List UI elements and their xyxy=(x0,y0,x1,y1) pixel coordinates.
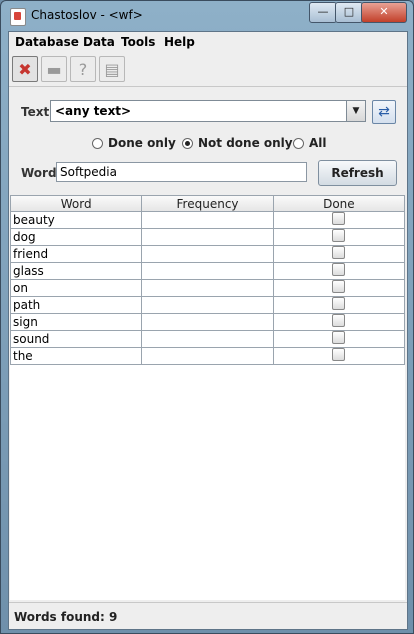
word-cell: sound xyxy=(9,330,143,348)
app-icon xyxy=(10,8,26,26)
done-checkbox[interactable] xyxy=(332,229,346,242)
done-cell xyxy=(272,279,406,297)
done-cell xyxy=(272,347,406,365)
frequency-cell xyxy=(141,262,274,280)
radio-label: Not done only xyxy=(198,136,293,150)
done-cell xyxy=(272,330,406,348)
swap-icon[interactable]: ⇄ xyxy=(372,100,396,124)
table-row[interactable]: sound xyxy=(9,330,406,348)
menu-tools[interactable]: Tools xyxy=(121,35,155,49)
chevron-down-icon[interactable]: ▼ xyxy=(346,101,365,121)
connect-icon[interactable]: ✖ xyxy=(12,56,38,82)
radio-dot xyxy=(182,138,193,149)
frequency-cell xyxy=(141,347,274,365)
help-icon[interactable]: ? xyxy=(70,56,96,82)
word-cell: friend xyxy=(9,245,143,263)
menu-database[interactable]: Database xyxy=(15,35,79,49)
menu-data[interactable]: Data xyxy=(83,35,115,49)
frequency-cell xyxy=(141,279,274,297)
menu-bar: Database Data Tools Help xyxy=(9,32,407,54)
text-label: Text xyxy=(21,105,50,119)
table-row[interactable]: sign xyxy=(9,313,406,331)
radio-label: All xyxy=(309,136,327,150)
table-row[interactable]: friend xyxy=(9,245,406,263)
table-row[interactable]: beauty xyxy=(9,211,406,229)
done-cell xyxy=(272,262,406,280)
table-row[interactable]: glass xyxy=(9,262,406,280)
done-checkbox[interactable] xyxy=(332,280,346,293)
toolbar: ✖ ▬ ? ▤ xyxy=(9,54,407,87)
open-folder-icon[interactable]: ▬ xyxy=(41,56,67,82)
window-title: Chastoslov - <wf> xyxy=(31,8,143,22)
frequency-cell xyxy=(141,313,274,331)
radio-dot xyxy=(293,138,304,149)
done-cell xyxy=(272,228,406,246)
done-cell xyxy=(272,245,406,263)
frequency-cell xyxy=(141,228,274,246)
word-table: Word Frequency Done beauty dog friend gl… xyxy=(9,196,406,365)
radio-done-only[interactable]: Done only xyxy=(92,136,176,150)
word-cell: path xyxy=(9,296,143,314)
radio-all[interactable]: All xyxy=(293,136,327,150)
words-found-status: Words found: 9 xyxy=(14,610,118,624)
minimize-button[interactable]: — xyxy=(309,2,337,23)
done-cell xyxy=(272,211,406,229)
table-row[interactable]: path xyxy=(9,296,406,314)
done-checkbox[interactable] xyxy=(332,314,346,327)
radio-not-done-only[interactable]: Not done only xyxy=(182,136,293,150)
word-table-area[interactable]: Word Frequency Done beauty dog friend gl… xyxy=(9,195,406,600)
book-icon[interactable]: ▤ xyxy=(99,56,125,82)
maximize-button[interactable]: □ xyxy=(335,2,363,23)
column-header-frequency[interactable]: Frequency xyxy=(141,196,274,212)
word-label: Word xyxy=(21,166,57,180)
title-bar[interactable]: Chastoslov - <wf> — □ ✕ xyxy=(1,1,413,31)
refresh-button[interactable]: Refresh xyxy=(318,160,397,186)
frequency-cell xyxy=(141,211,274,229)
text-combo[interactable]: <any text> ▼ xyxy=(50,100,366,122)
done-cell xyxy=(272,296,406,314)
client-area: Database Data Tools Help ✖ ▬ ? ▤ Text <a… xyxy=(8,31,408,630)
word-cell: beauty xyxy=(9,211,143,229)
done-checkbox[interactable] xyxy=(332,212,346,225)
app-window: Chastoslov - <wf> — □ ✕ Database Data To… xyxy=(0,0,414,634)
close-button[interactable]: ✕ xyxy=(361,2,407,23)
word-cell: glass xyxy=(9,262,143,280)
text-combo-value: <any text> xyxy=(55,104,132,118)
done-checkbox[interactable] xyxy=(332,297,346,310)
frequency-cell xyxy=(141,296,274,314)
done-checkbox[interactable] xyxy=(332,263,346,276)
frequency-cell xyxy=(141,330,274,348)
done-checkbox[interactable] xyxy=(332,331,346,344)
word-cell: dog xyxy=(9,228,143,246)
table-row[interactable]: dog xyxy=(9,228,406,246)
word-input[interactable]: Softpedia xyxy=(56,162,307,182)
column-header-word[interactable]: Word xyxy=(9,196,143,212)
done-checkbox[interactable] xyxy=(332,348,346,361)
word-cell: the xyxy=(9,347,143,365)
word-cell: sign xyxy=(9,313,143,331)
radio-dot xyxy=(92,138,103,149)
table-row[interactable]: on xyxy=(9,279,406,297)
menu-help[interactable]: Help xyxy=(164,35,195,49)
status-bar: Words found: 9 xyxy=(9,602,407,629)
column-header-done[interactable]: Done xyxy=(272,196,406,212)
table-row[interactable]: the xyxy=(9,347,406,365)
done-checkbox[interactable] xyxy=(332,246,346,259)
word-cell: on xyxy=(9,279,143,297)
radio-label: Done only xyxy=(108,136,176,150)
done-cell xyxy=(272,313,406,331)
frequency-cell xyxy=(141,245,274,263)
